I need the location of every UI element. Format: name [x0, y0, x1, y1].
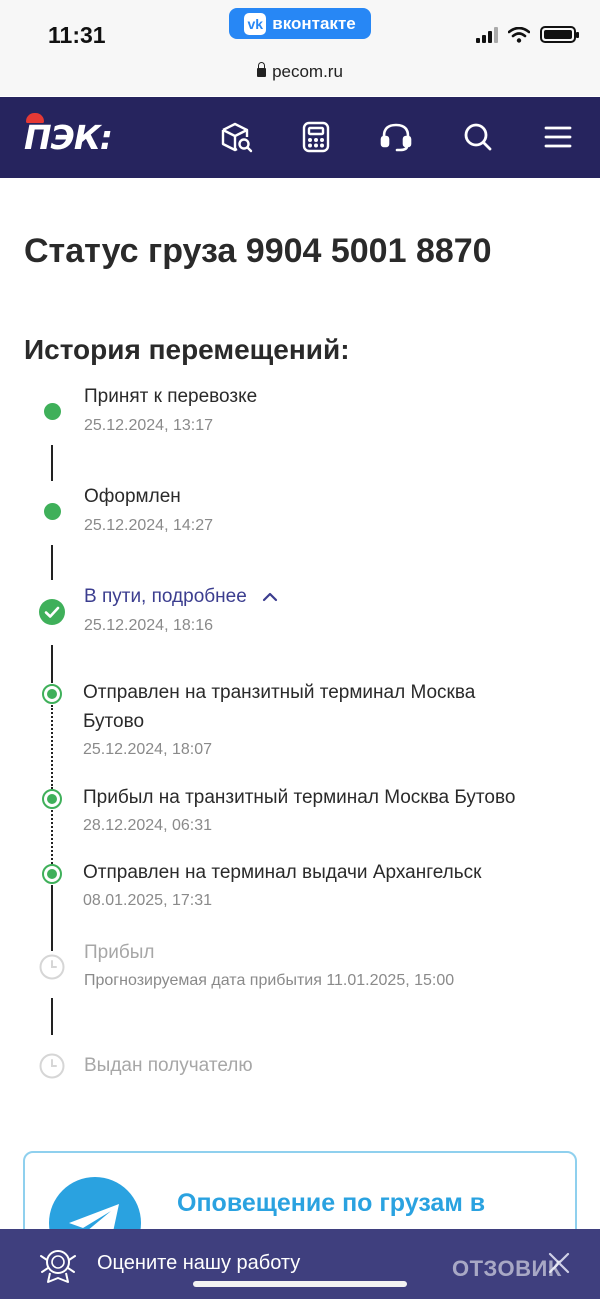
step-label: Оформлен [84, 486, 181, 507]
clock-icon [39, 1053, 65, 1079]
battery-icon [540, 26, 579, 43]
substep-date: 25.12.2024, 18:07 [83, 741, 213, 758]
timeline-dotted-connector [51, 705, 53, 789]
package-search-icon[interactable] [218, 119, 254, 155]
vk-logo-icon: vk [244, 12, 267, 35]
cellular-signal-icon [476, 26, 498, 43]
timeline-connector [51, 445, 53, 481]
clock-icon [39, 954, 65, 980]
chevron-up-icon [262, 592, 278, 602]
substep-label-cont: Бутово [83, 711, 145, 732]
home-indicator[interactable] [193, 1281, 407, 1287]
step-date: 25.12.2024, 13:17 [84, 417, 214, 434]
step-label: Принят к перевозке [84, 386, 258, 407]
site-header: ПЭК: [0, 97, 600, 178]
vk-pill-label: вконтакте [272, 13, 356, 33]
lock-icon [257, 62, 267, 77]
in-transit-details-link[interactable]: В пути, подробнее [84, 586, 278, 608]
timeline-dotted-connector [51, 810, 53, 864]
substep-dot [42, 864, 62, 884]
substep-dot [42, 684, 62, 704]
page-title: Статус груза 9904 5001 8870 [24, 232, 492, 270]
status-time: 11:31 [48, 22, 106, 48]
status-bar: 11:31 vk вконтакте pecom.ru [0, 0, 600, 96]
pek-logo[interactable]: ПЭК: [24, 113, 113, 157]
step-done-dot [44, 503, 61, 520]
url-text: pecom.ru [272, 62, 343, 81]
headset-icon[interactable] [378, 119, 414, 155]
rating-badge-icon [40, 1250, 76, 1283]
check-circle-icon [39, 599, 65, 625]
substep-date: 28.12.2024, 06:31 [83, 817, 213, 834]
notification-card-title: Оповещение по грузам в [177, 1189, 486, 1217]
timeline-connector [51, 545, 53, 580]
santa-hat-icon [26, 113, 44, 123]
url-bar[interactable]: pecom.ru [0, 62, 600, 82]
wifi-icon [508, 26, 530, 43]
search-icon[interactable] [460, 119, 496, 155]
substep-date: 08.01.2025, 17:31 [83, 892, 213, 909]
substep-label: Отправлен на транзитный терминал Москва [83, 682, 476, 703]
timeline-connector [51, 885, 53, 951]
calculator-icon[interactable] [298, 119, 334, 155]
step-date: 25.12.2024, 14:27 [84, 517, 214, 534]
logo-text: ПЭК: [24, 117, 113, 157]
timeline-connector [51, 645, 53, 683]
pending-step-label: Выдан получателю [84, 1055, 253, 1076]
step-date: 25.12.2024, 18:16 [84, 617, 214, 634]
history-title: История перемещений: [24, 334, 350, 365]
otzovik-watermark: ОТЗОВИК [452, 1256, 562, 1281]
step-done-dot [44, 403, 61, 420]
substep-dot [42, 789, 62, 809]
vk-app-pill[interactable]: vk вконтакте [229, 8, 371, 39]
in-transit-label: В пути, подробнее [84, 586, 247, 607]
rate-our-work-label: Оцените нашу работу [97, 1252, 301, 1274]
substep-label: Прибыл на транзитный терминал Москва Бут… [83, 787, 516, 808]
timeline-connector [51, 998, 53, 1035]
pending-step-label: Прибыл [84, 942, 155, 963]
substep-label: Отправлен на терминал выдачи Архангельск [83, 862, 482, 883]
forecast-arrival-note: Прогнозируемая дата прибытия 11.01.2025,… [84, 972, 455, 989]
status-icons [476, 26, 579, 43]
menu-icon[interactable] [540, 119, 576, 155]
